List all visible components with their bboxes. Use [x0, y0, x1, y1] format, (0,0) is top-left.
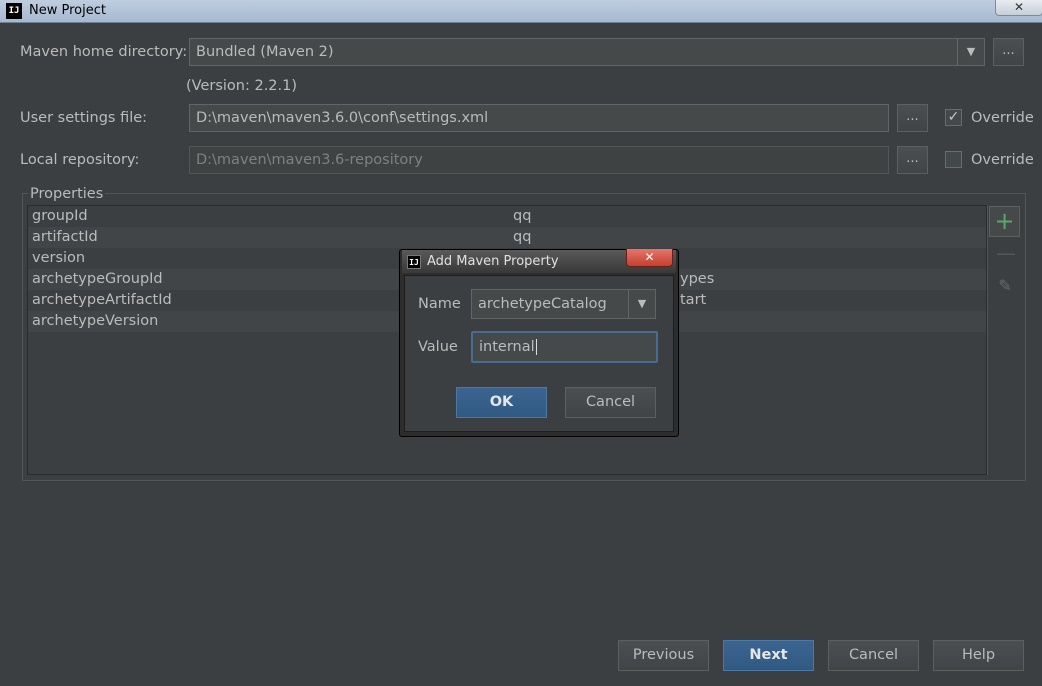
properties-group-title: Properties — [28, 184, 106, 204]
property-key: archetypeArtifactId — [32, 292, 172, 308]
edit-property-button[interactable]: ✎ — [996, 276, 1014, 295]
maven-version-note: (Version: 2.2.1) — [186, 78, 298, 94]
help-button[interactable]: Help — [933, 640, 1024, 671]
user-settings-override-label: Override — [971, 110, 1034, 126]
user-settings-browse-button[interactable]: ... — [897, 104, 928, 132]
dialog-title: Add Maven Property — [427, 254, 559, 269]
property-name-label: Name — [418, 296, 461, 312]
plus-icon: + — [994, 207, 1015, 235]
text-caret — [535, 339, 537, 355]
property-name-value: archetypeCatalog — [478, 296, 607, 312]
intellij-logo-icon: IJ — [407, 255, 421, 269]
dialog-cancel-button[interactable]: Cancel — [565, 387, 656, 418]
close-icon: ✕ — [644, 250, 655, 264]
ok-button[interactable]: OK — [456, 387, 547, 418]
table-row[interactable]: groupId qq — [28, 206, 986, 227]
property-name-combo[interactable]: archetypeCatalog ▼ — [471, 289, 656, 319]
local-repository-label: Local repository: — [20, 152, 140, 168]
previous-button[interactable]: Previous — [618, 640, 709, 671]
property-value-text: internal — [479, 339, 535, 355]
property-key: groupId — [32, 208, 88, 224]
remove-property-button[interactable]: — — [996, 241, 1016, 265]
user-settings-input[interactable]: D:\maven\maven3.6.0\conf\settings.xml — [189, 104, 889, 132]
minus-icon: — — [996, 241, 1016, 265]
intellij-logo-icon: IJ — [6, 3, 22, 19]
property-value-input[interactable]: internal — [471, 331, 658, 363]
table-row[interactable]: artifactId qq — [28, 227, 986, 248]
property-value: qq — [513, 208, 532, 224]
maven-home-browse-button[interactable]: ... — [993, 38, 1024, 66]
property-key: artifactId — [32, 229, 98, 245]
property-value-label: Value — [418, 339, 458, 355]
property-value: tart — [680, 292, 707, 308]
maven-home-combo[interactable]: Bundled (Maven 2) ▼ — [189, 38, 985, 66]
user-settings-override-checkbox[interactable]: ✓ — [945, 109, 962, 126]
property-key: version — [32, 250, 86, 266]
local-repository-override-label: Override — [971, 152, 1034, 168]
next-button[interactable]: Next — [723, 640, 814, 671]
window-title-bar — [0, 0, 1042, 23]
maven-home-label: Maven home directory: — [20, 44, 188, 60]
dialog-close-button[interactable]: ✕ — [626, 249, 673, 267]
property-key: archetypeGroupId — [32, 271, 163, 287]
add-property-button[interactable]: + — [989, 206, 1020, 237]
local-repository-browse-button[interactable]: ... — [897, 146, 928, 174]
window-title: New Project — [29, 3, 106, 18]
maven-home-value: Bundled (Maven 2) — [196, 44, 334, 60]
chevron-down-icon[interactable]: ▼ — [628, 290, 655, 318]
local-repository-input[interactable]: D:\maven\maven3.6-repository — [189, 146, 889, 174]
chevron-down-icon[interactable]: ▼ — [957, 39, 984, 65]
user-settings-label: User settings file: — [20, 110, 148, 126]
cancel-button[interactable]: Cancel — [828, 640, 919, 671]
property-value: ypes — [680, 271, 715, 287]
window-close-button[interactable]: ✕ — [995, 0, 1042, 16]
property-key: archetypeVersion — [32, 313, 159, 329]
local-repository-override-checkbox[interactable] — [945, 151, 962, 168]
pencil-icon: ✎ — [998, 276, 1012, 295]
property-value: qq — [513, 229, 532, 245]
